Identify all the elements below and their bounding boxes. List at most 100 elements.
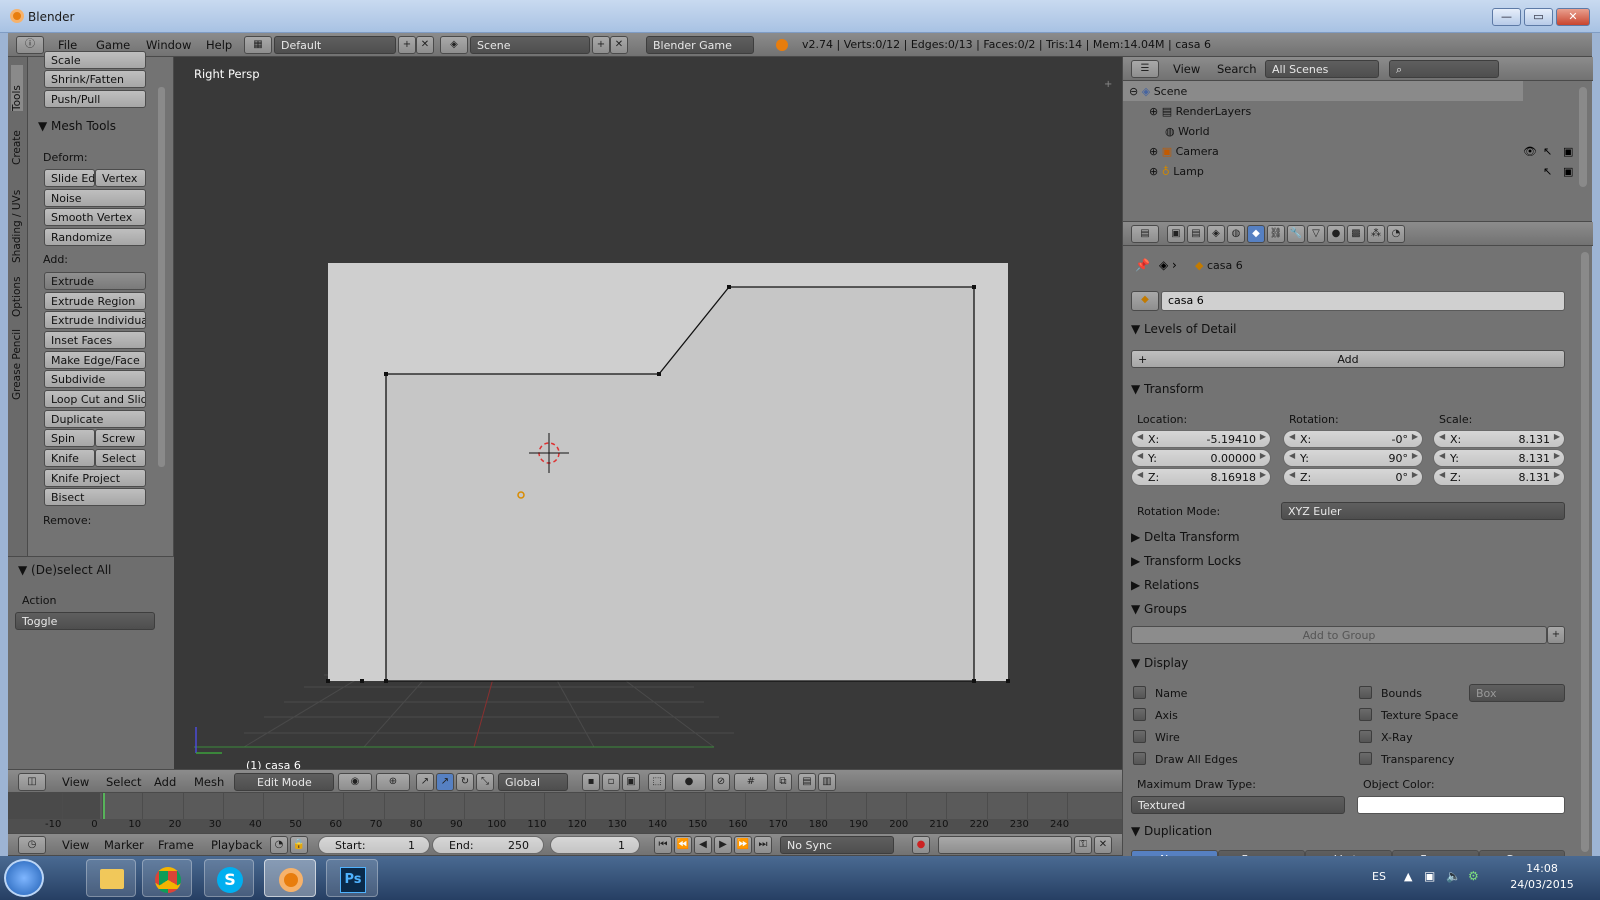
tab-shading-uvs[interactable]: Shading / UVs [11,173,23,263]
proportional-edit-icon[interactable]: ● [672,773,706,791]
record-icon[interactable]: ● [912,836,930,854]
render-camera-icon[interactable]: ▣ [1563,165,1573,178]
orientation-select[interactable]: Global [498,773,568,791]
remove-layout-icon[interactable]: ✕ [416,36,434,54]
blender-taskbar-button[interactable] [264,859,316,897]
data-tab-icon[interactable]: ▽ [1307,225,1325,243]
language-indicator[interactable]: ES [1372,870,1386,883]
outliner-menu-search[interactable]: Search [1217,62,1257,76]
chrome-taskbar-button[interactable] [142,859,192,897]
current-frame-field[interactable]: 1 [550,836,640,854]
edge-select-icon[interactable]: ▫ [602,773,620,791]
tl-menu-playback[interactable]: Playback [211,838,262,852]
display-mode-select[interactable]: All Scenes [1265,60,1379,78]
knife-select-button[interactable]: Select [95,449,146,467]
snap-icon[interactable]: ⊘ [712,773,730,791]
snap-element-icon[interactable]: # [734,773,768,791]
prev-keyframe-icon[interactable]: ⏪ [674,836,692,854]
action-select[interactable]: Toggle [15,612,155,630]
layout-field[interactable]: Default [274,36,396,54]
extrude-region-button[interactable]: Extrude Region [44,292,146,310]
display-panel[interactable]: ▼ Display [1131,656,1188,678]
layer-icon[interactable]: ⧉ [774,773,792,791]
outliner-menu-view[interactable]: View [1173,62,1200,76]
rotation-y-field[interactable]: ◀ Y: 90° ▶ [1283,449,1423,467]
timeline[interactable]: -10 0 10 20 30 40 50 60 70 80 90 100 110 120 130 140 150… [8,793,1122,833]
skype-taskbar-button[interactable]: S [204,859,254,897]
menu-game[interactable]: Game [96,38,130,52]
tl-menu-view[interactable]: View [62,838,89,852]
insert-keyframe-icon[interactable]: ⚿ [1074,836,1092,854]
visibility-eye-icon[interactable]: 👁 [1523,145,1537,158]
menu-add[interactable]: Add [154,775,176,789]
modifiers-tab-icon[interactable]: 🔧 [1287,225,1305,243]
smooth-vertex-button[interactable]: Smooth Vertex [44,208,146,226]
knife-project-button[interactable]: Knife Project [44,469,146,487]
menu-select[interactable]: Select [106,775,141,789]
toolshelf-scrollbar[interactable] [158,87,165,467]
scale-icon[interactable]: ⤡ [476,773,494,791]
translate-icon[interactable]: ↗ [436,773,454,791]
menu-window[interactable]: Window [146,38,191,52]
texture-tab-icon[interactable]: ▩ [1347,225,1365,243]
wire-checkbox[interactable] [1133,730,1146,743]
lod-panel[interactable]: ▼ Levels of Detail [1131,322,1237,344]
make-edge-face-button[interactable]: Make Edge/Face [44,351,146,369]
outliner-item-renderlayers[interactable]: ⊕ ▤ RenderLayers [1149,105,1251,118]
scene-icon[interactable]: ◈ [440,36,468,54]
outliner-item-scene[interactable]: ⊖ ◈ Scene [1129,85,1187,98]
tab-grease-pencil[interactable]: Grease Pencil [11,322,23,400]
slide-edge-button[interactable]: Slide Ed [44,169,95,187]
bounds-type-select[interactable]: Box [1469,684,1565,702]
particles-tab-icon[interactable]: ⁂ [1367,225,1385,243]
pin-icon[interactable]: 📌 [1135,258,1150,272]
outliner-item-world[interactable]: ◍ World [1165,125,1210,138]
tab-tools[interactable]: Tools [11,65,23,111]
face-select-icon[interactable]: ▣ [622,773,640,791]
clock-time[interactable]: 14:08 [1514,862,1570,875]
clock-date[interactable]: 24/03/2015 [1504,878,1580,891]
layout-grid-icon[interactable]: ▦ [244,36,272,54]
duplicate-button[interactable]: Duplicate [44,410,146,428]
vertex-select-icon[interactable]: ▪ [582,773,600,791]
add-to-group-button[interactable]: Add to Group [1131,626,1547,644]
push-pull-button[interactable]: Push/Pull [44,90,146,108]
texture-space-checkbox[interactable] [1359,708,1372,721]
delete-keyframe-icon[interactable]: ✕ [1094,836,1112,854]
tab-options[interactable]: Options [11,267,23,317]
outliner-search-input[interactable]: ⌕ [1389,60,1499,78]
axis-checkbox[interactable] [1133,708,1146,721]
render-tab-icon[interactable]: ▣ [1167,225,1185,243]
extrude-menu[interactable]: Extrude [44,272,146,290]
network-icon[interactable]: ▣ [1424,869,1435,883]
jump-end-icon[interactable]: ⏭ [754,836,772,854]
slide-vertex-button[interactable]: Vertex [95,169,146,187]
tray-app-icon[interactable]: ⚙ [1468,869,1479,883]
name-checkbox[interactable] [1133,686,1146,699]
outliner-item-lamp[interactable]: ⊕ ♁ Lamp [1149,165,1204,178]
rotate-icon[interactable]: ↻ [456,773,474,791]
location-x-field[interactable]: ◀ X: -5.19410 ▶ [1131,430,1271,448]
lod-add-button[interactable]: + Add [1131,350,1565,368]
scale-z-field[interactable]: ◀ Z: 8.131 ▶ [1433,468,1565,486]
object-color-swatch[interactable] [1357,796,1565,814]
menu-mesh[interactable]: Mesh [194,775,224,789]
delta-transform-panel[interactable]: ▶ Delta Transform [1131,530,1240,552]
physics-tab-icon[interactable]: ◔ [1387,225,1405,243]
manipulator-icon[interactable]: ↗ [416,773,434,791]
transparency-checkbox[interactable] [1359,752,1372,765]
start-frame-field[interactable]: Start: 1 [318,836,430,854]
close-button[interactable]: ✕ [1556,8,1590,26]
scene-field[interactable]: Scene [470,36,590,54]
view3d-editor-icon[interactable]: ◫ [18,773,46,791]
selectable-cursor-icon[interactable]: ↖ [1543,165,1552,178]
render-layers-tab-icon[interactable]: ▤ [1187,225,1205,243]
minimize-button[interactable]: — [1492,8,1521,26]
mesh-tools-panel[interactable]: ▼ Mesh Tools [38,119,148,141]
viewport-3d[interactable]: Right Persp (1) casa 6 + [174,57,1122,772]
randomize-button[interactable]: Randomize [44,228,146,246]
transform-panel[interactable]: ▼ Transform [1131,382,1204,404]
tab-create[interactable]: Create [11,119,23,165]
tray-arrow-icon[interactable]: ▲ [1404,870,1412,883]
knife-button[interactable]: Knife [44,449,95,467]
